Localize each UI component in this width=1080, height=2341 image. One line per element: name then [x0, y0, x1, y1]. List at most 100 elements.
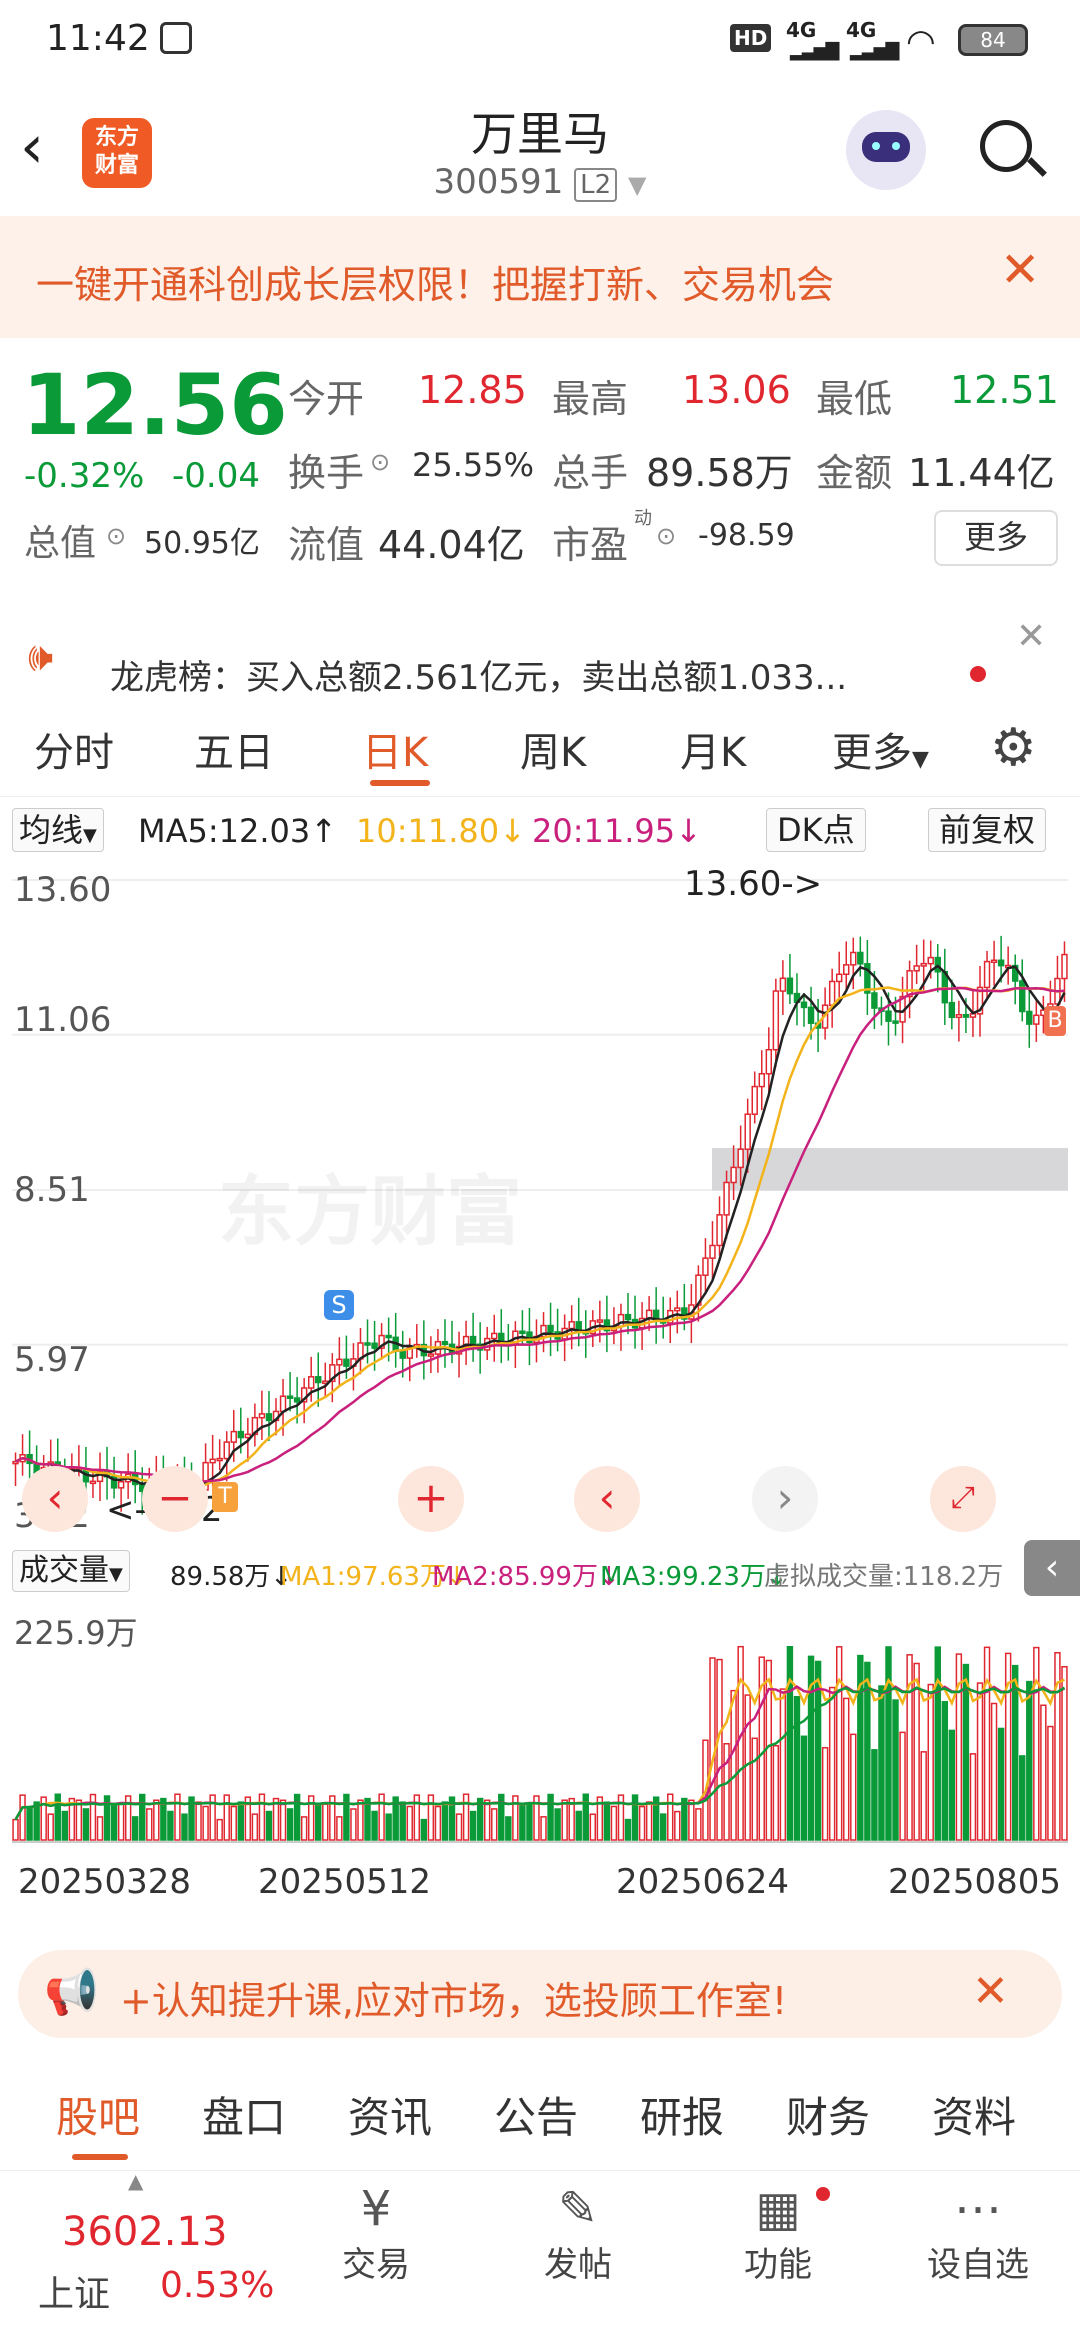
settings-gear-icon[interactable]: ⚙	[990, 718, 1037, 778]
stock-code-row[interactable]: 300591 L2 ▼	[340, 162, 740, 202]
unread-dot	[970, 666, 986, 682]
volume-bar-55	[399, 1801, 406, 1841]
chart-left-icon[interactable]: ‹	[22, 1466, 88, 1532]
volume-bar-6	[54, 1793, 61, 1841]
volume-bar-147	[1047, 1725, 1054, 1841]
more-button[interactable]: 更多	[934, 510, 1058, 566]
virtual-volume: 虚拟成交量:118.2万	[764, 1562, 1004, 1592]
candle-body-15	[117, 1480, 125, 1489]
candle-body-43	[315, 1376, 322, 1384]
zoom-in-icon[interactable]: +	[398, 1466, 464, 1532]
ma-indicator-bar: 均线▼ MA5:12.03↑ 10:11.80↓ 20:11.95↓ DK点 前…	[0, 800, 1080, 860]
volume-bar-60	[434, 1805, 442, 1841]
nav-trade[interactable]: ¥ 交易	[306, 2181, 446, 2286]
network-4g-2: 4G	[846, 18, 877, 42]
nav-post[interactable]: ✎ 发帖	[508, 2181, 648, 2286]
back-icon[interactable]: ‹	[20, 112, 44, 182]
candle-body-130	[927, 956, 934, 965]
info-tabs: 股吧 盘口 资讯 公告 研报 财务 资料	[0, 2070, 1080, 2166]
lhb-close-icon[interactable]: ✕	[1016, 616, 1046, 657]
promo-banner[interactable]: 一键开通科创成长层权限！把握打新、交易机会 ✕	[0, 216, 1080, 338]
sell-signal-badge[interactable]: S	[324, 1290, 354, 1320]
subtab-pankou[interactable]: 盘口	[202, 2084, 286, 2145]
volume-bar-85	[610, 1805, 618, 1841]
candle-body-116	[828, 980, 836, 1006]
index-value[interactable]: 3602.13	[62, 2209, 227, 2255]
turnover-info-icon[interactable]: ⊙	[370, 448, 390, 476]
kline-svg[interactable]	[12, 860, 1068, 1540]
t-signal-badge[interactable]: T	[212, 1482, 238, 1512]
volume-bar-7	[61, 1810, 69, 1841]
tab-zhouk[interactable]: 周K	[520, 720, 586, 778]
lhb-notice[interactable]: 🕪 龙虎榜：买入总额2.561亿元，卖出总额1.033... ✕	[0, 600, 1080, 700]
volume-bar-80	[575, 1810, 582, 1841]
zoom-out-icon[interactable]: −	[142, 1466, 208, 1532]
volume-bar-36	[265, 1810, 273, 1841]
search-icon-handle	[1027, 157, 1047, 177]
volume-bar-53	[385, 1813, 392, 1841]
candle-body-68	[491, 1332, 498, 1340]
volume-bar-99	[709, 1657, 716, 1841]
promo-close-icon[interactable]: ✕	[972, 1966, 1009, 2017]
subtab-caiwu[interactable]: 财务	[786, 2084, 870, 2145]
course-promo[interactable]: 📢 +认知提升课,应对市场，选投顾工作室! ✕	[18, 1950, 1062, 2038]
collapse-panel-icon[interactable]: ‹	[1024, 1540, 1080, 1596]
expand-arrow-icon[interactable]: ▲	[128, 2169, 143, 2193]
volume-bar-51	[371, 1810, 378, 1841]
scroll-right-icon[interactable]: ›	[752, 1466, 818, 1532]
candle-body-124	[885, 1010, 892, 1022]
ma10-value: 10:11.80↓	[356, 812, 526, 850]
ma20-line	[14, 986, 1065, 1484]
volume-bar-23	[174, 1793, 181, 1841]
change-value: -0.04	[172, 456, 260, 496]
subtab-zixun[interactable]: 资讯	[348, 2084, 432, 2145]
robot-avatar[interactable]	[846, 110, 926, 190]
pe-value: -98.59	[698, 518, 795, 553]
candle-body-31	[230, 1430, 237, 1443]
subtab-yanbao[interactable]: 研报	[640, 2084, 724, 2145]
volume-bar-59	[427, 1794, 435, 1841]
volume-bar-27	[202, 1805, 209, 1841]
tab-wuri[interactable]: 五日	[194, 720, 274, 778]
volume-chart[interactable]: 225.9万	[12, 1600, 1068, 1850]
volume-svg[interactable]	[12, 1600, 1068, 1850]
kline-chart[interactable]: 13.60 11.06 8.51 5.97 3.42 东方财富 13.60-> …	[12, 860, 1068, 1540]
volume-bar-108	[772, 1745, 780, 1841]
subtab-gonggao[interactable]: 公告	[494, 2084, 578, 2145]
ma20-value: 20:11.95↓	[532, 812, 702, 850]
info-icon[interactable]: ⊙	[106, 522, 126, 550]
tab-yuek[interactable]: 月K	[680, 720, 746, 778]
high-value: 13.06	[682, 368, 791, 412]
hd-icon: HD	[730, 24, 772, 52]
volume-bar-41	[300, 1816, 308, 1841]
mktcap-value: 50.95亿	[144, 526, 260, 561]
volume-bar-119	[850, 1733, 857, 1841]
ma-select[interactable]: 均线▼	[12, 808, 104, 852]
tab-more[interactable]: 更多▼	[832, 720, 929, 778]
buy-signal-badge[interactable]: B	[1044, 1006, 1066, 1036]
volume-select-arrow-icon: ▼	[109, 1564, 123, 1585]
tab-rik[interactable]: 日K	[362, 720, 428, 778]
banner-close-icon[interactable]: ✕	[1000, 242, 1040, 298]
ma-select-label: 均线	[19, 811, 84, 849]
volume-label: 总手	[552, 451, 629, 495]
subtab-ziliao[interactable]: 资料	[932, 2084, 1016, 2145]
candle-body-30	[223, 1441, 230, 1460]
adjust-button[interactable]: 前复权	[928, 808, 1047, 852]
status-bar: 11:42 HD 4G ▂▃▅▇ 4G ▂▃▅▇ ◠ 84	[0, 0, 1080, 84]
pe-superscript: 动	[634, 508, 652, 529]
scroll-left-icon[interactable]: ‹	[574, 1466, 640, 1532]
search-icon[interactable]	[980, 120, 1032, 172]
subtab-guba[interactable]: 股吧	[56, 2084, 140, 2145]
dk-button[interactable]: DK点	[766, 808, 866, 852]
volume-bar-5	[47, 1813, 54, 1841]
stock-name: 万里马	[471, 107, 609, 161]
tab-fenshi[interactable]: 分时	[34, 720, 114, 778]
volume-bar-40	[293, 1793, 301, 1841]
nav-function[interactable]: ▦ 功能	[708, 2181, 848, 2286]
volume-bar-112	[800, 1735, 808, 1841]
fullscreen-icon[interactable]: ⤢	[930, 1466, 996, 1532]
pe-info-icon[interactable]: ⊙	[656, 522, 676, 550]
volume-select[interactable]: 成交量▼	[12, 1550, 130, 1592]
nav-watchlist[interactable]: ⋯ 设自选	[908, 2181, 1048, 2286]
